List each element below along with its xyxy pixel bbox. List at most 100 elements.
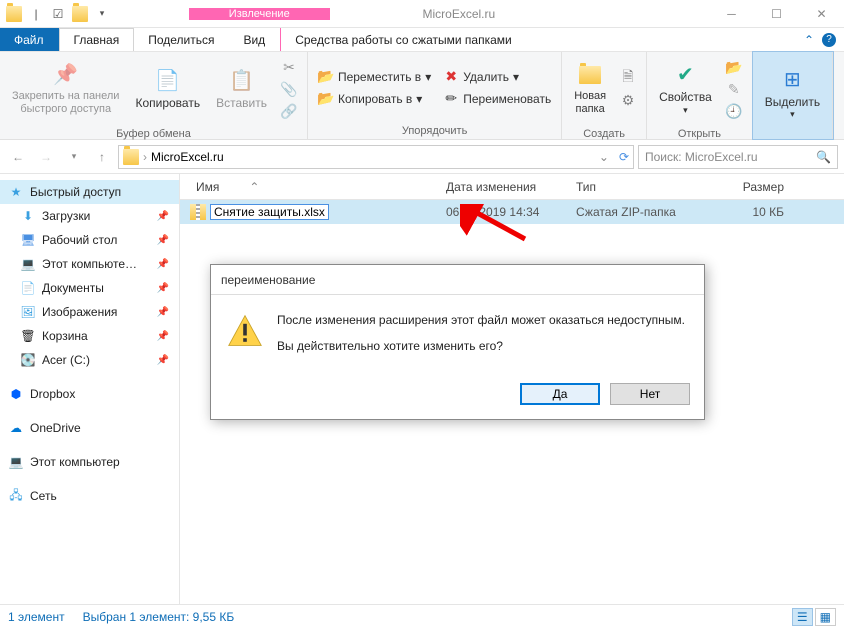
copy-path-button[interactable]: 📎: [277, 79, 301, 99]
col-size[interactable]: Размер: [710, 180, 790, 194]
nav-recycle[interactable]: 🗑Корзина📌: [0, 324, 179, 348]
nav-thispc-folder[interactable]: 💻Этот компьюте…📌: [0, 252, 179, 276]
tab-home[interactable]: Главная: [59, 28, 135, 51]
cut-icon: ✂: [281, 59, 297, 75]
recent-dropdown[interactable]: ▾: [62, 145, 86, 169]
maximize-button[interactable]: ☐: [754, 0, 799, 27]
nav-desktop[interactable]: 🖥Рабочий стол📌: [0, 228, 179, 252]
nav-acer[interactable]: 💽Acer (C:)📌: [0, 348, 179, 372]
pin-icon: 📌: [157, 235, 169, 246]
history-icon: 🕘: [726, 103, 742, 119]
paste-button[interactable]: 📋 Вставить: [210, 54, 273, 124]
forward-button[interactable]: →: [34, 145, 58, 169]
nav-dropbox[interactable]: ⬢Dropbox: [0, 382, 179, 406]
properties-icon: ✔: [672, 62, 698, 88]
breadcrumb-sep: ›: [143, 150, 147, 164]
rename-editbox[interactable]: Снятие защиты.xlsx: [210, 204, 329, 220]
search-box[interactable]: Поиск: MicroExcel.ru 🔍: [638, 145, 838, 169]
view-icons-button[interactable]: ▦: [815, 608, 836, 626]
cell-type: Сжатая ZIP-папка: [570, 205, 710, 219]
col-name[interactable]: Имя⌃: [190, 180, 440, 194]
group-organize: Упорядочить: [308, 123, 561, 139]
properties-button[interactable]: ✔ Свойства ▾: [653, 54, 718, 124]
ribbon-collapse-icon[interactable]: ⌃: [804, 33, 814, 47]
nav-thispc[interactable]: 💻Этот компьютер: [0, 450, 179, 474]
group-new: Создать: [562, 126, 646, 142]
tab-share[interactable]: Поделиться: [134, 28, 229, 51]
pin-icon: 📌: [157, 211, 169, 222]
checkbox-icon[interactable]: ☑: [48, 4, 68, 24]
recycle-icon: 🗑: [20, 328, 36, 344]
back-button[interactable]: ←: [6, 145, 30, 169]
history-button[interactable]: 🕘: [722, 101, 746, 121]
pin-icon: 📌: [53, 62, 79, 88]
new-item-icon: 🗎: [620, 70, 636, 86]
col-type[interactable]: Тип: [570, 180, 710, 194]
select-icon: ⊞: [779, 67, 805, 93]
breadcrumb[interactable]: MicroExcel.ru: [151, 150, 224, 164]
downloads-icon: ⬇: [20, 208, 36, 224]
refresh-button[interactable]: ⟳: [619, 150, 629, 164]
rename-button[interactable]: ✏Переименовать: [439, 89, 555, 109]
select-button[interactable]: ⊞ Выделить ▾: [759, 59, 826, 129]
new-item-button[interactable]: 🗎: [616, 68, 640, 88]
close-button[interactable]: ✕: [799, 0, 844, 27]
pin-icon: 📌: [157, 355, 169, 366]
context-tab-extract: Извлечение: [189, 8, 330, 20]
tab-file[interactable]: Файл: [0, 28, 59, 51]
pin-button[interactable]: 📌 Закрепить на панели быстрого доступа: [6, 54, 125, 124]
nav-downloads[interactable]: ⬇Загрузки📌: [0, 204, 179, 228]
status-bar: 1 элемент Выбран 1 элемент: 9,55 КБ ☰ ▦: [0, 604, 844, 628]
search-placeholder: Поиск: MicroExcel.ru: [645, 150, 758, 164]
file-row[interactable]: Снятие защиты.xlsx 06.12.2019 14:34 Сжат…: [180, 200, 844, 224]
dialog-message-2: Вы действительно хотите изменить его?: [277, 339, 685, 353]
nav-onedrive[interactable]: ☁OneDrive: [0, 416, 179, 440]
nav-documents[interactable]: 📄Документы📌: [0, 276, 179, 300]
qat-dropdown-icon[interactable]: ▾: [92, 4, 112, 24]
easy-access-icon: ⚙: [620, 92, 636, 108]
address-bar[interactable]: › MicroExcel.ru ⌄ ⟳: [118, 145, 634, 169]
edit-button[interactable]: ✎: [722, 79, 746, 99]
copy-to-button[interactable]: 📂Копировать в ▾: [314, 89, 435, 109]
paste-shortcut-button[interactable]: 🔗: [277, 101, 301, 121]
folder-icon: [4, 4, 24, 24]
group-select: [753, 135, 832, 139]
yes-button[interactable]: Да: [520, 383, 600, 405]
nav-quick-access[interactable]: ★Быстрый доступ: [0, 180, 179, 204]
move-icon: 📂: [318, 69, 334, 85]
title-bar: | ☑ ▾ Извлечение MicroExcel.ru ─ ☐ ✕: [0, 0, 844, 28]
star-icon: ★: [8, 184, 24, 200]
nav-pictures[interactable]: 🖼Изображения📌: [0, 300, 179, 324]
window-title: MicroExcel.ru: [403, 7, 710, 21]
address-bar-row: ← → ▾ ↑ › MicroExcel.ru ⌄ ⟳ Поиск: Micro…: [0, 140, 844, 174]
rename-icon: ✏: [443, 91, 459, 107]
minimize-button[interactable]: ─: [709, 0, 754, 27]
sort-indicator: ⌃: [249, 180, 259, 194]
cut-button[interactable]: ✂: [277, 57, 301, 77]
col-date[interactable]: Дата изменения: [440, 180, 570, 194]
move-to-button[interactable]: 📂Переместить в ▾: [314, 67, 435, 87]
delete-button[interactable]: ✖Удалить ▾: [439, 67, 555, 87]
up-button[interactable]: ↑: [90, 145, 114, 169]
tab-archive-tools[interactable]: Средства работы со сжатыми папками: [280, 28, 527, 51]
no-button[interactable]: Нет: [610, 383, 690, 405]
cell-date: 06.12.2019 14:34: [440, 205, 570, 219]
address-dropdown-icon[interactable]: ⌄: [599, 150, 609, 164]
tab-view[interactable]: Вид: [229, 28, 280, 51]
open-button[interactable]: 📂: [722, 57, 746, 77]
view-details-button[interactable]: ☰: [792, 608, 813, 626]
easy-access-button[interactable]: ⚙: [616, 90, 640, 110]
content-area: ★Быстрый доступ ⬇Загрузки📌 🖥Рабочий стол…: [0, 174, 844, 604]
pin-icon: 📌: [157, 331, 169, 342]
column-headers: Имя⌃ Дата изменения Тип Размер: [180, 174, 844, 200]
help-icon[interactable]: ?: [822, 33, 836, 47]
ribbon-tabs: Файл Главная Поделиться Вид Средства раб…: [0, 28, 844, 52]
cell-size: 10 КБ: [710, 205, 790, 219]
new-folder-button[interactable]: Новая папка: [568, 54, 612, 124]
desktop-icon: 🖥: [20, 232, 36, 248]
pc-icon: 💻: [20, 256, 36, 272]
copy-button[interactable]: 📄 Копировать: [129, 54, 206, 124]
nav-network[interactable]: 🖧Сеть: [0, 484, 179, 508]
paste-icon: 📋: [229, 68, 255, 94]
pin-icon: 📌: [157, 283, 169, 294]
